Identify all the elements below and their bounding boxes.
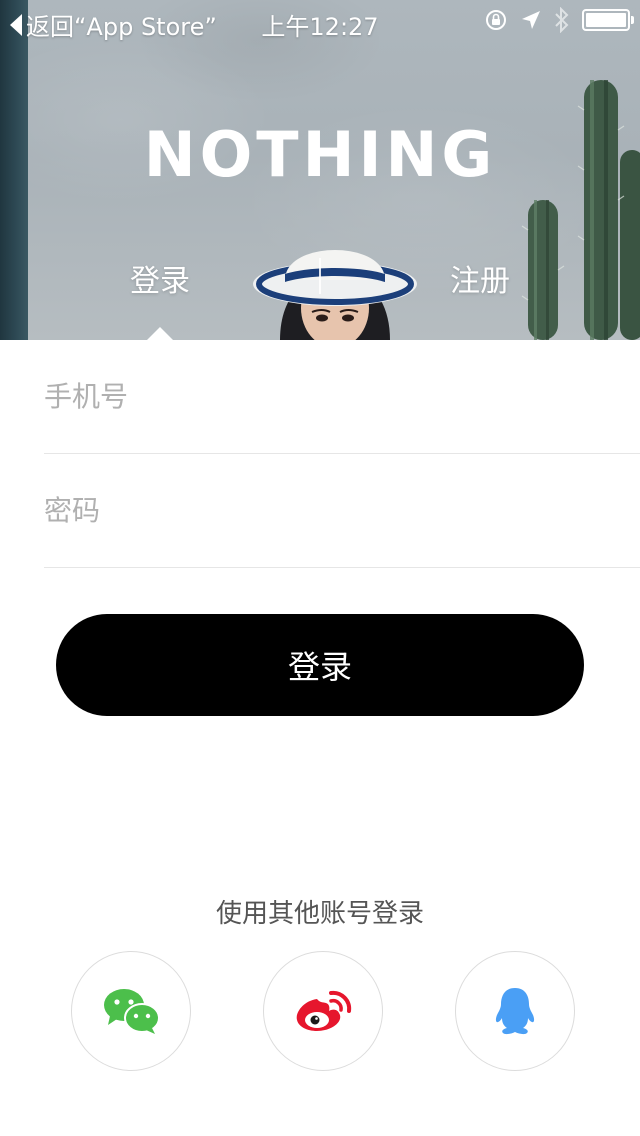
active-tab-indicator xyxy=(147,327,173,340)
hero-banner: 返回“App Store” 上午12:27 NOTHING 登录 注册 xyxy=(0,0,640,340)
qq-icon xyxy=(495,988,535,1035)
wechat-login-button[interactable] xyxy=(71,951,191,1071)
qq-login-button[interactable] xyxy=(455,951,575,1071)
tab-register[interactable]: 注册 xyxy=(400,256,560,300)
phone-input[interactable] xyxy=(44,380,640,413)
weibo-icon xyxy=(296,990,352,1031)
wechat-icon xyxy=(104,989,160,1034)
bluetooth-icon xyxy=(555,7,569,33)
app-logo: NOTHING xyxy=(143,118,497,191)
model-photo xyxy=(253,250,417,340)
status-bar: 返回“App Store” 上午12:27 xyxy=(0,0,640,41)
tab-divider xyxy=(319,258,321,294)
password-field-row xyxy=(44,454,640,568)
status-icons xyxy=(484,7,634,33)
other-login-label: 使用其他账号登录 xyxy=(215,899,424,929)
login-button[interactable]: 登录 xyxy=(56,614,584,716)
password-input[interactable] xyxy=(44,494,640,527)
battery-icon xyxy=(582,9,634,31)
location-icon xyxy=(522,11,540,29)
phone-field-row xyxy=(44,340,640,454)
weibo-login-button[interactable] xyxy=(263,951,383,1071)
tab-login[interactable]: 登录 xyxy=(80,256,240,300)
orientation-lock-icon xyxy=(486,10,506,30)
battery-level xyxy=(586,13,626,27)
